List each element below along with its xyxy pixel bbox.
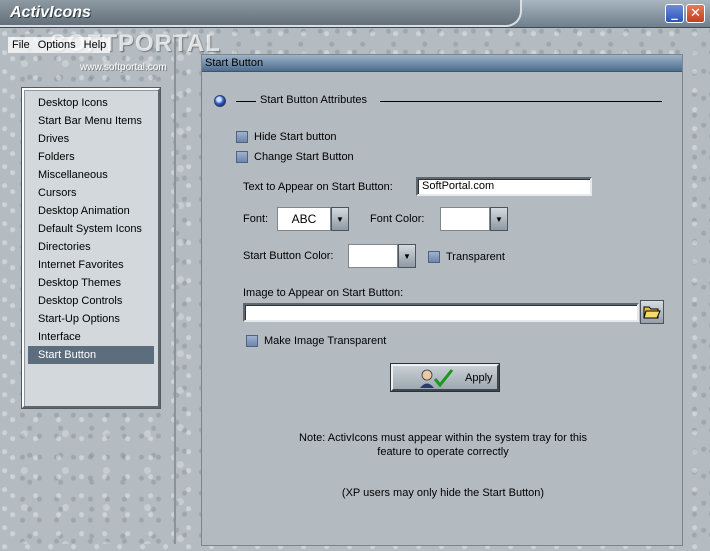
category-list[interactable]: Desktop Icons Start Bar Menu Items Drive… [22,88,160,408]
nav-item-desktop-controls[interactable]: Desktop Controls [28,292,154,310]
font-color-label: Font Color: [370,213,425,225]
start-text-label: Text to Appear on Start Button: [243,181,393,193]
menu-file[interactable]: File [8,37,34,53]
apply-button[interactable]: Apply [391,364,499,391]
nav-item-default-system-icons[interactable]: Default System Icons [28,220,154,238]
change-start-label: Change Start Button [254,151,354,163]
nav-item-desktop-themes[interactable]: Desktop Themes [28,274,154,292]
section-rule-left [236,101,256,102]
chevron-down-icon[interactable]: ▼ [490,207,508,231]
close-button[interactable]: ✕ [686,4,705,23]
menu-options[interactable]: Options [33,37,80,53]
menu-help[interactable]: Help [79,37,111,53]
chevron-down-icon[interactable]: ▼ [331,207,349,231]
button-color-label: Start Button Color: [243,250,334,262]
change-start-checkbox[interactable] [236,151,248,163]
title-bar[interactable]: ActivIcons _ ✕ [0,0,710,28]
apply-label: Apply [465,371,493,384]
client-area: SOFTPORTAL www.softportal.com File Optio… [0,28,710,551]
browse-button[interactable] [640,300,664,324]
make-transparent-checkbox[interactable] [246,335,258,347]
title-tab: ActivIcons [0,0,522,27]
nav-item-start-button[interactable]: Start Button [28,346,154,364]
xp-note: (XP users may only hide the Start Button… [341,487,545,499]
nav-item-desktop-icons[interactable]: Desktop Icons [28,94,154,112]
nav-item-directories[interactable]: Directories [28,238,154,256]
button-color-swatch [348,244,398,268]
nav-item-cursors[interactable]: Cursors [28,184,154,202]
checkmark-icon [420,368,454,388]
font-preview: ABC [277,207,331,231]
menu-bar: File Options Help [8,37,218,53]
font-label: Font: [243,213,269,225]
watermark-url: www.softportal.com [80,62,167,73]
hide-start-option[interactable]: Hide Start button [236,131,337,143]
settings-panel: Start Button Start Button Attributes Hid… [201,54,683,546]
hide-start-checkbox[interactable] [236,131,248,143]
change-start-option[interactable]: Change Start Button [236,151,354,163]
font-select[interactable]: ABC ▼ [277,207,349,231]
note-line-2: feature to operate correctly [377,446,509,458]
app-title: ActivIcons [10,4,91,21]
radio-bullet-icon [214,95,226,107]
hide-start-label: Hide Start button [254,131,337,143]
chevron-down-icon[interactable]: ▼ [398,244,416,268]
make-transparent-option[interactable]: Make Image Transparent [246,335,386,347]
font-color-swatch [440,207,490,231]
nav-item-start-up-options[interactable]: Start-Up Options [28,310,154,328]
font-color-select[interactable]: ▼ [440,207,508,231]
note-line-1: Note: ActivIcons must appear within the … [299,432,587,444]
button-color-select[interactable]: ▼ [348,244,416,268]
section-heading: Start Button Attributes [214,94,664,107]
nav-item-drives[interactable]: Drives [28,130,154,148]
make-transparent-label: Make Image Transparent [264,335,387,347]
transparent-label: Transparent [446,251,505,263]
section-rule-right [380,101,662,102]
section-title: Start Button Attributes [260,94,368,106]
image-path-field[interactable] [243,303,639,322]
transparent-checkbox[interactable] [428,251,440,263]
nav-item-desktop-animation[interactable]: Desktop Animation [28,202,154,220]
panel-header: Start Button [202,55,682,72]
start-text-field[interactable]: SoftPortal.com [416,177,592,196]
open-folder-icon [643,306,661,319]
nav-item-interface[interactable]: Interface [28,328,154,346]
transparent-option[interactable]: Transparent [428,251,505,263]
minimize-button[interactable]: _ [665,4,684,23]
close-icon: ✕ [690,6,701,21]
nav-item-start-bar-menu-items[interactable]: Start Bar Menu Items [28,112,154,130]
image-label: Image to Appear on Start Button: [243,287,404,299]
nav-item-folders[interactable]: Folders [28,148,154,166]
nav-item-miscellaneous[interactable]: Miscellaneous [28,166,154,184]
nav-item-internet-favorites[interactable]: Internet Favorites [28,256,154,274]
minimize-icon: _ [671,6,678,21]
